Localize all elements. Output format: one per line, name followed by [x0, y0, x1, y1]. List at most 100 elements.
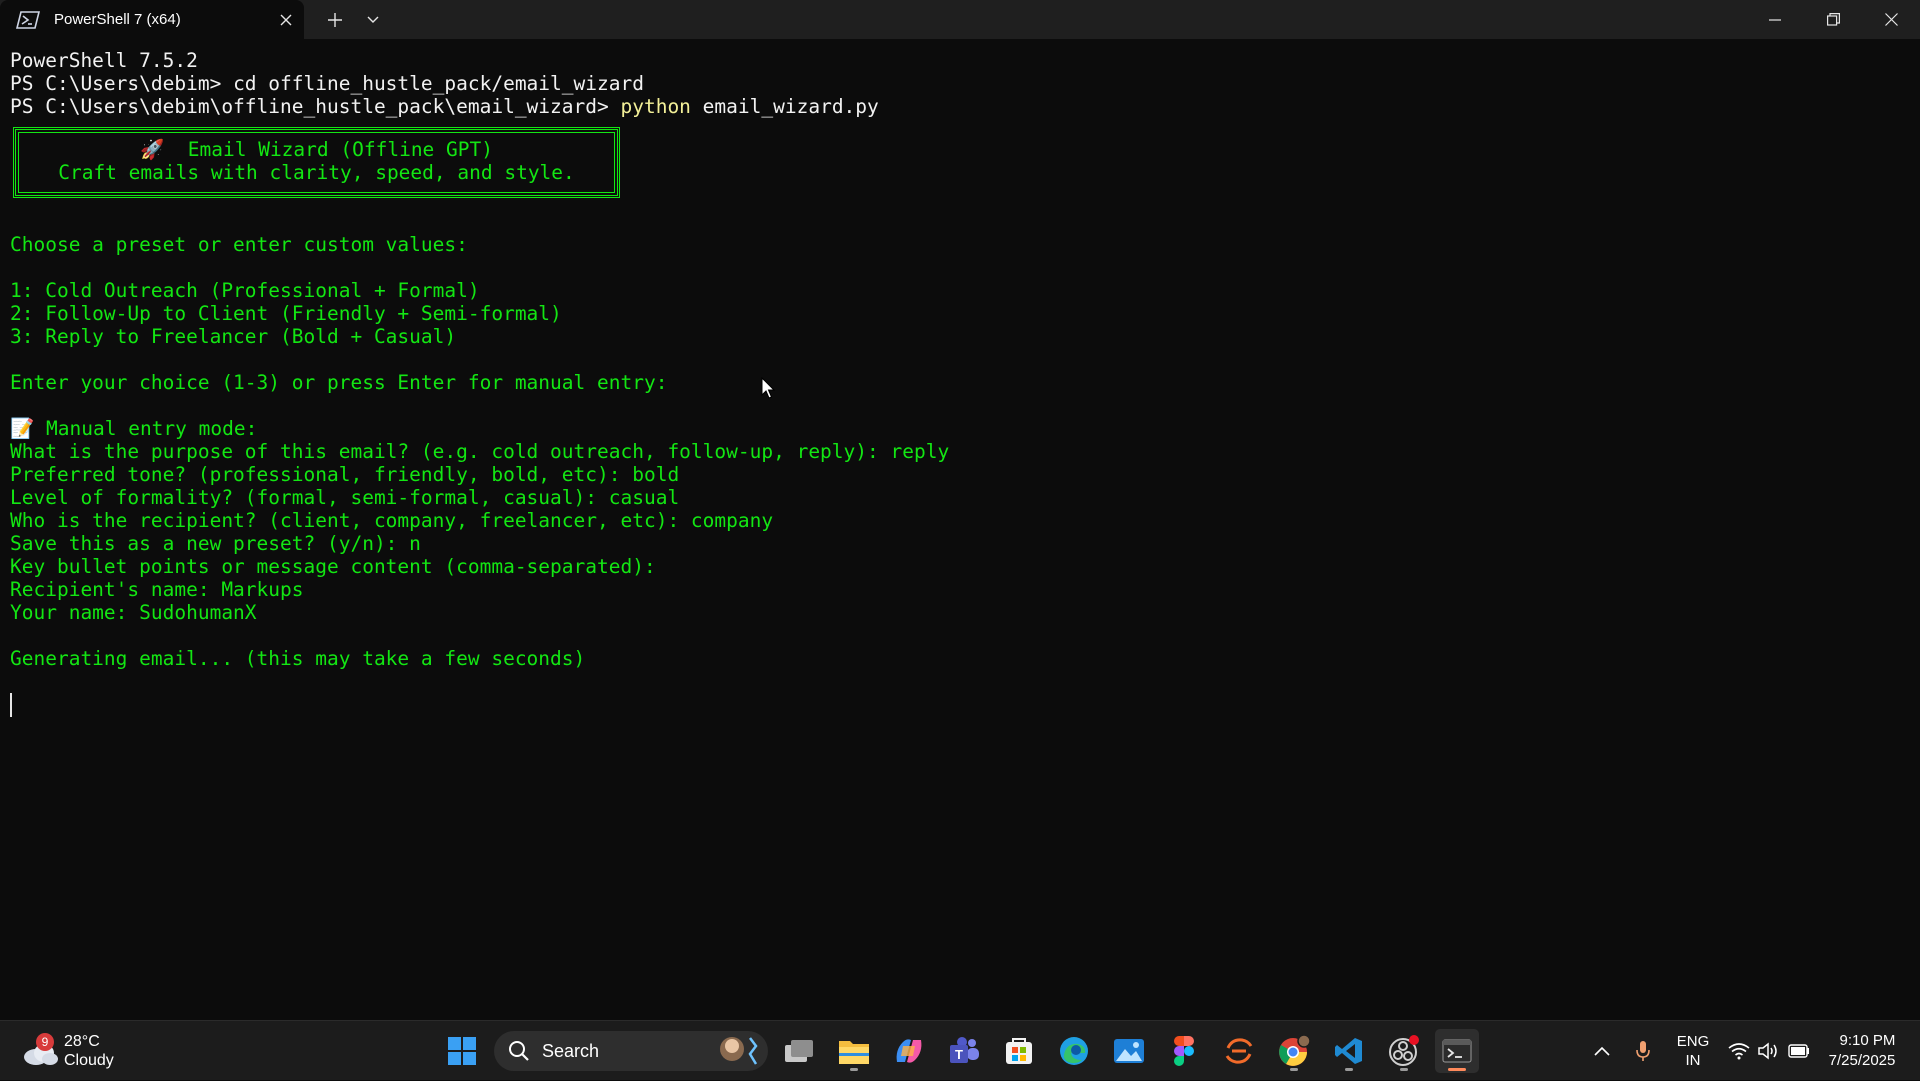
- command: python: [620, 95, 691, 118]
- file-explorer-button[interactable]: [832, 1029, 876, 1073]
- command: cd offline_hustle_pack/email_wizard: [233, 72, 644, 95]
- terminal-line: Key bullet points or message content (co…: [10, 555, 656, 578]
- terminal-line: Generating email... (this may take a few…: [10, 647, 586, 670]
- app-banner: 🚀 Email Wizard (Offline GPT) Craft email…: [13, 127, 620, 198]
- running-indicator: [1400, 1068, 1408, 1071]
- windows-start-icon: [448, 1037, 476, 1065]
- preset-option: 1: Cold Outreach (Professional + Formal): [10, 279, 480, 302]
- chrome-icon: [1279, 1034, 1311, 1066]
- search-highlight-icon: [720, 1037, 758, 1065]
- obs-icon: [1389, 1035, 1419, 1066]
- window-titlebar: PowerShell 7 (x64): [0, 0, 1920, 39]
- powershell-icon: [16, 10, 40, 29]
- clock-date: 7/25/2025: [1828, 1052, 1896, 1069]
- wifi-icon: [1728, 1043, 1750, 1060]
- tab-dropdown-button[interactable]: [354, 0, 392, 39]
- task-view-button[interactable]: [777, 1029, 821, 1073]
- photos-button[interactable]: [1107, 1029, 1151, 1073]
- figma-button[interactable]: [1162, 1029, 1206, 1073]
- clock-time: 9:10 PM: [1839, 1032, 1896, 1049]
- search-label: Search: [542, 1040, 600, 1061]
- weather-widget[interactable]: 9 28°C Cloudy: [20, 1031, 114, 1071]
- new-tab-button[interactable]: [316, 0, 354, 39]
- terminal-line: Who is the recipient? (client, company, …: [10, 509, 774, 532]
- tab-powershell[interactable]: PowerShell 7 (x64): [0, 0, 304, 39]
- terminal-line: Preferred tone? (professional, friendly,…: [10, 463, 680, 486]
- mouse-pointer-icon: [761, 377, 775, 399]
- weather-badge: 9: [36, 1033, 54, 1051]
- microphone-icon: [1636, 1041, 1650, 1061]
- app-sync-icon: [1225, 1038, 1253, 1064]
- microsoft-store-button[interactable]: [997, 1029, 1041, 1073]
- figma-icon: [1174, 1036, 1194, 1066]
- weather-condition: Cloudy: [64, 1052, 114, 1069]
- clock[interactable]: 9:10 PM 7/25/2025: [1818, 1021, 1906, 1081]
- terminal-line: Level of formality? (formal, semi-formal…: [10, 486, 680, 509]
- terminal-line: Save this as a new preset? (y/n): n: [10, 532, 421, 555]
- running-indicator: [1290, 1068, 1298, 1071]
- command-arg: email_wizard.py: [690, 95, 879, 118]
- sync-app-button[interactable]: [1217, 1029, 1261, 1073]
- terminal-line: 📝 Manual entry mode:: [10, 417, 258, 440]
- tab-title: PowerShell 7 (x64): [54, 11, 181, 28]
- restore-button[interactable]: [1804, 0, 1862, 39]
- minimize-button[interactable]: [1746, 0, 1804, 39]
- start-button[interactable]: [440, 1029, 484, 1073]
- teams-icon: T: [950, 1037, 979, 1063]
- terminal-line: Enter your choice (1-3) or press Enter f…: [10, 371, 668, 394]
- preset-option: 3: Reply to Freelancer (Bold + Casual): [10, 325, 457, 348]
- taskbar: 9 28°C Cloudy Search T ENG IN 9:10 PM 7/…: [0, 1020, 1920, 1080]
- search-box[interactable]: Search: [494, 1031, 768, 1071]
- language-indicator[interactable]: ENG IN: [1670, 1021, 1716, 1081]
- volume-icon: [1758, 1042, 1777, 1060]
- region-code: IN: [1685, 1052, 1701, 1069]
- close-tab-icon[interactable]: [268, 2, 304, 38]
- obs-button[interactable]: [1382, 1029, 1426, 1073]
- battery-icon: [1788, 1044, 1809, 1058]
- svg-text:T: T: [955, 1047, 963, 1062]
- photos-icon: [1114, 1039, 1144, 1063]
- vscode-button[interactable]: [1327, 1029, 1371, 1073]
- minimize-icon: [1769, 18, 1781, 21]
- running-indicator: [1345, 1068, 1353, 1071]
- restore-icon: [1826, 13, 1840, 26]
- banner-title: 🚀 Email Wizard (Offline GPT): [140, 138, 493, 161]
- terminal-line: PS C:\Users\debim\offline_hustle_pack\em…: [10, 95, 879, 118]
- plus-icon: [328, 12, 342, 27]
- terminal-icon: [1442, 1039, 1472, 1063]
- copilot-button[interactable]: [887, 1029, 931, 1073]
- banner-subtitle: Craft emails with clarity, speed, and st…: [58, 161, 575, 184]
- terminal-line: Recipient's name: Markups: [10, 578, 304, 601]
- prompt: PS C:\Users\debim\offline_hustle_pack\em…: [10, 95, 621, 118]
- chevron-up-icon: [1594, 1046, 1610, 1056]
- show-hidden-icons-button[interactable]: [1586, 1021, 1618, 1081]
- close-window-button[interactable]: [1862, 0, 1920, 39]
- active-indicator: [1448, 1068, 1466, 1071]
- search-icon: [509, 1041, 529, 1061]
- terminal-button[interactable]: [1435, 1029, 1479, 1073]
- terminal-line: What is the purpose of this email? (e.g.…: [10, 440, 950, 463]
- task-view-icon: [785, 1040, 813, 1062]
- terminal-line: Your name: SudohumanX: [10, 601, 257, 624]
- copilot-icon: [896, 1039, 922, 1063]
- edge-button[interactable]: [1052, 1029, 1096, 1073]
- microphone-button[interactable]: [1628, 1021, 1658, 1081]
- terminal-line: PowerShell 7.5.2: [10, 49, 198, 72]
- quick-settings-button[interactable]: [1723, 1021, 1815, 1081]
- text-cursor: [10, 693, 12, 717]
- teams-button[interactable]: T: [942, 1029, 986, 1073]
- terminal-line: Choose a preset or enter custom values:: [10, 233, 468, 256]
- terminal-output[interactable]: PowerShell 7.5.2 PS C:\Users\debim> cd o…: [0, 39, 1920, 1020]
- close-icon: [1884, 13, 1898, 26]
- preset-option: 2: Follow-Up to Client (Friendly + Semi-…: [10, 302, 562, 325]
- cloud-icon: 9: [20, 1033, 60, 1069]
- language-code: ENG: [1676, 1033, 1710, 1050]
- microsoft-store-icon: [1006, 1038, 1032, 1064]
- chevron-down-icon: [367, 16, 379, 23]
- chrome-button[interactable]: [1272, 1029, 1316, 1073]
- prompt: PS C:\Users\debim>: [10, 72, 234, 95]
- weather-temp: 28°C: [64, 1033, 100, 1050]
- running-indicator: [850, 1068, 858, 1071]
- vscode-icon: [1335, 1038, 1362, 1064]
- terminal-line: PS C:\Users\debim> cd offline_hustle_pac…: [10, 72, 644, 95]
